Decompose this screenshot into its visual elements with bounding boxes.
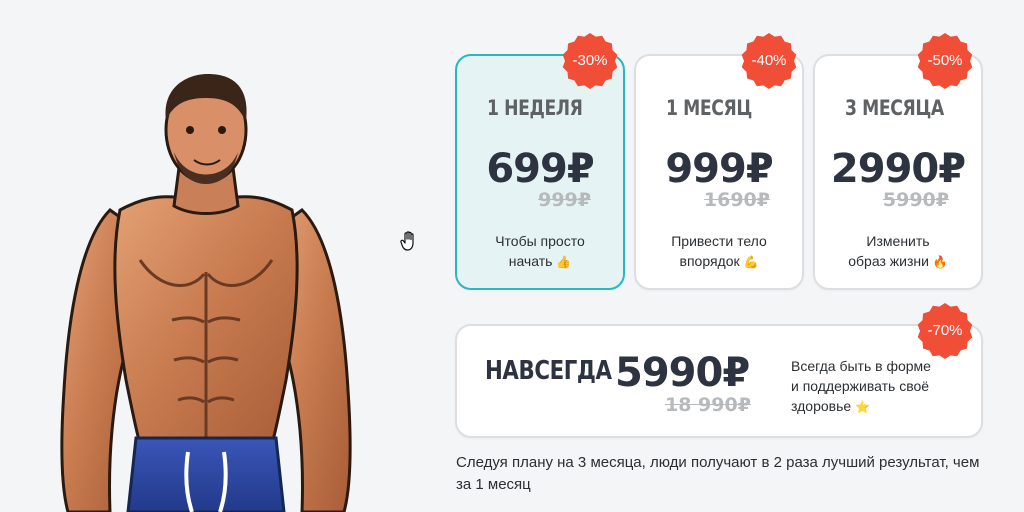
plan-desc-line2: начать	[508, 253, 553, 269]
footnote-text: Следуя плану на 3 месяца, люди получают …	[456, 454, 980, 493]
plan-desc-line3: здоровье	[791, 398, 852, 414]
plan-price: 5990₽	[615, 350, 750, 396]
discount-badge: -70%	[916, 302, 974, 360]
discount-text: -40%	[751, 52, 787, 69]
plan-old-price: 1690₽	[703, 189, 770, 211]
discount-badge: -50%	[916, 32, 974, 90]
plan-description: Привести тело впорядок 💪	[644, 231, 794, 272]
plan-desc-line2: и поддерживать своё	[791, 378, 930, 394]
plan-price: 2990₽	[830, 146, 966, 192]
discount-text: -70%	[927, 322, 963, 339]
plan-old-price: 999₽	[538, 189, 591, 211]
plan-card-forever[interactable]: НАВСЕГДА 5990₽ 18 990₽ Всегда быть в фор…	[455, 324, 983, 438]
thumbs-up-icon: 👍	[556, 255, 572, 269]
plan-desc-line1: Изменить	[866, 233, 930, 249]
plan-desc-line2: впорядок	[679, 253, 740, 269]
plan-price: 699₽	[486, 146, 594, 192]
plan-desc-line1: Привести тело	[671, 233, 767, 249]
discount-text: -50%	[927, 52, 963, 69]
discount-text: -30%	[572, 52, 608, 69]
plan-old-price: 18 990₽	[665, 394, 751, 416]
plan-desc-line1: Всегда быть в форме	[791, 358, 931, 374]
plan-desc-line1: Чтобы просто	[495, 233, 585, 249]
fire-icon: 🔥	[932, 255, 948, 269]
plan-description: Чтобы просто начать 👍	[465, 231, 615, 272]
pricing-page: 1 НЕДЕЛЯ 699₽ 999₽ Чтобы просто начать 👍…	[0, 0, 1024, 512]
plan-old-price: 5990₽	[882, 189, 949, 211]
plan-description: Изменить образ жизни 🔥	[823, 231, 973, 272]
plan-title: 1 МЕСЯЦ	[666, 96, 752, 120]
plan-desc-line2: образ жизни	[848, 253, 929, 269]
discount-badge: -40%	[740, 32, 798, 90]
star-icon: ⭐	[855, 400, 870, 414]
man-illustration	[60, 74, 352, 512]
plan-title: 3 МЕСЯЦА	[845, 96, 944, 120]
flexed-biceps-icon: 💪	[743, 255, 759, 269]
hand-cursor-icon	[400, 231, 414, 251]
plan-title: 1 НЕДЕЛЯ	[487, 96, 583, 120]
discount-badge: -30%	[561, 32, 619, 90]
plan-description: Всегда быть в форме и поддерживать своё …	[791, 356, 961, 417]
plan-title: НАВСЕГДА	[485, 356, 612, 386]
plan-price: 999₽	[665, 146, 773, 192]
